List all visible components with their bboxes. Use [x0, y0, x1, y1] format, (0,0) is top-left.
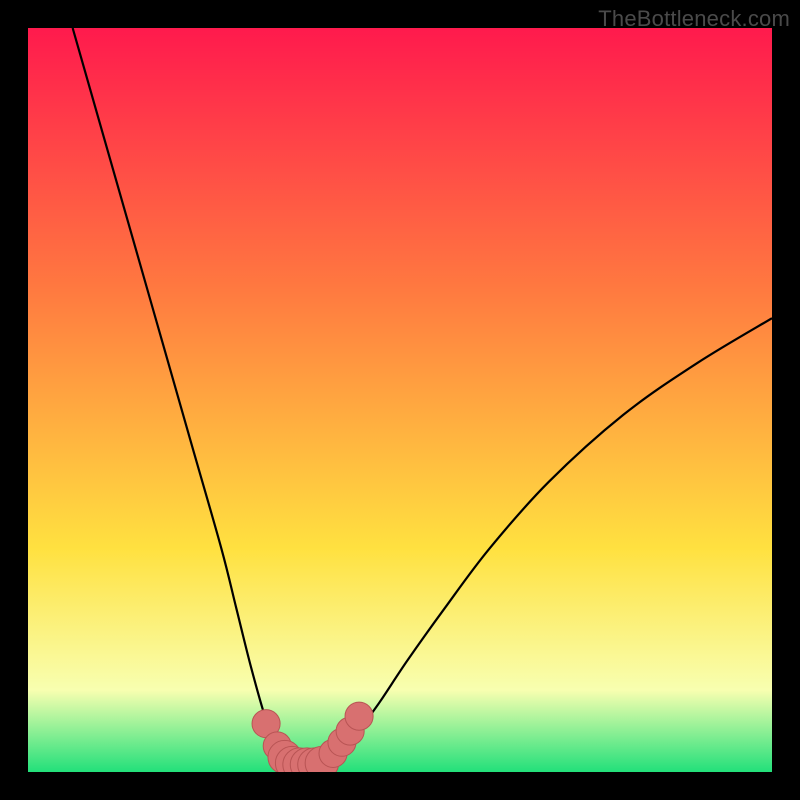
- plot-area: [28, 28, 772, 772]
- chart-svg: [28, 28, 772, 772]
- chart-frame: TheBottleneck.com: [0, 0, 800, 800]
- gradient-background: [28, 28, 772, 772]
- data-marker: [345, 702, 373, 730]
